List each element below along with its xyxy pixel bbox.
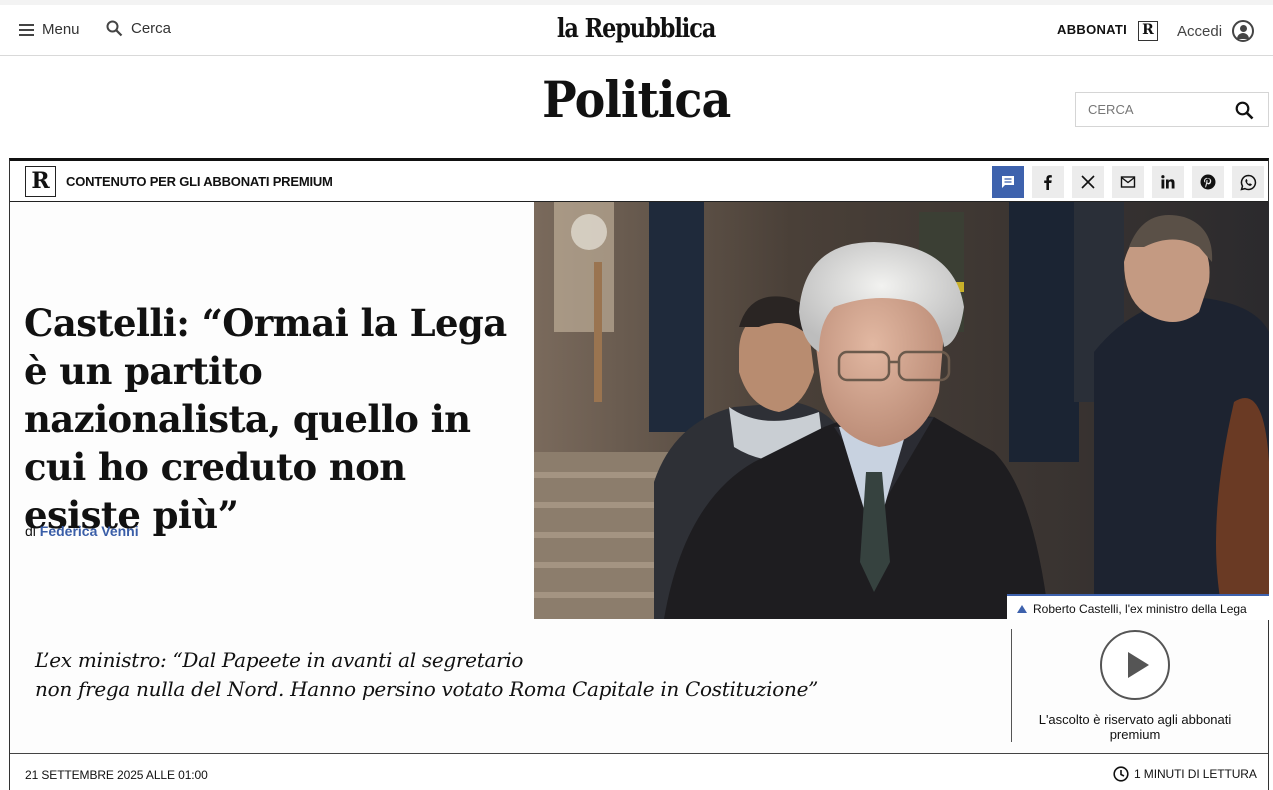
divider	[1011, 629, 1012, 742]
share-x-button[interactable]	[1072, 166, 1104, 198]
search-label: Cerca	[131, 20, 172, 37]
login-button[interactable]: Accedi	[1177, 20, 1255, 42]
reading-time: 1 MINUTI DI LETTURA	[1113, 766, 1257, 782]
article-card: R CONTENUTO PER GLI ABBONATI PREMIUM Cas…	[9, 158, 1269, 790]
article-meta-bar: 21 SETTEMBRE 2025 ALLE 01:00 1 MINUTI DI…	[10, 753, 1268, 790]
facebook-icon	[1044, 175, 1052, 190]
section-title[interactable]: Politica	[542, 70, 731, 129]
comment-icon	[1002, 176, 1014, 188]
caption-triangle-icon	[1017, 605, 1027, 613]
share-mail-button[interactable]	[1112, 166, 1144, 198]
photo-illustration	[534, 202, 1269, 619]
byline-prefix: di	[25, 523, 36, 539]
menu-label: Menu	[42, 21, 80, 38]
repubblica-r-icon[interactable]: R	[1138, 21, 1158, 41]
play-audio-button[interactable]	[1100, 630, 1170, 700]
share-bar	[992, 166, 1264, 198]
caption-text: Roberto Castelli, l'ex ministro della Le…	[1033, 602, 1247, 616]
clock-icon	[1113, 766, 1129, 782]
premium-bar: R CONTENUTO PER GLI ABBONATI PREMIUM	[10, 161, 1268, 202]
hamburger-icon	[19, 23, 34, 36]
share-facebook-button[interactable]	[1032, 166, 1064, 198]
x-icon	[1081, 175, 1095, 189]
author-link[interactable]: Federica Venni	[40, 523, 139, 539]
premium-r-icon: R	[25, 166, 56, 197]
user-icon	[1232, 20, 1255, 42]
share-linkedin-button[interactable]	[1152, 166, 1184, 198]
comments-button[interactable]	[992, 166, 1024, 198]
site-logo[interactable]: la Repubblica	[557, 14, 716, 44]
site-header: Menu Cerca la Repubblica ABBONATI R Acce…	[0, 5, 1273, 56]
article-summary: L’ex ministro: “Dal Papeete in avanti al…	[35, 646, 995, 704]
share-whatsapp-button[interactable]	[1232, 166, 1264, 198]
section-search-input[interactable]	[1076, 93, 1226, 126]
article-headline[interactable]: Castelli: “Ormai la Lega è un partito na…	[24, 299, 524, 539]
reading-time-label: 1 MINUTI DI LETTURA	[1134, 767, 1257, 781]
header-search-button[interactable]: Cerca	[106, 20, 171, 37]
summary-line-2: non frega nulla del Nord. Hanno persino …	[35, 677, 819, 701]
pinterest-icon	[1200, 174, 1216, 190]
search-icon	[106, 20, 123, 37]
premium-label: CONTENUTO PER GLI ABBONATI PREMIUM	[66, 174, 333, 189]
audio-premium-note: L'ascolto è riservato agli abbonati prem…	[1038, 712, 1232, 742]
article-photo[interactable]	[534, 202, 1269, 619]
byline: di Federica Venni	[25, 523, 139, 539]
photo-caption: Roberto Castelli, l'ex ministro della Le…	[1007, 594, 1269, 620]
login-label: Accedi	[1177, 22, 1223, 40]
abbonati-link[interactable]: ABBONATI	[1057, 22, 1127, 37]
section-search-box	[1075, 92, 1269, 127]
search-icon[interactable]	[1235, 101, 1254, 120]
summary-line-1: L’ex ministro: “Dal Papeete in avanti al…	[35, 648, 524, 672]
mail-icon	[1120, 176, 1136, 188]
linkedin-icon	[1161, 175, 1175, 189]
share-pinterest-button[interactable]	[1192, 166, 1224, 198]
menu-button[interactable]: Menu	[19, 21, 80, 38]
whatsapp-icon	[1239, 174, 1256, 191]
publish-date: 21 SETTEMBRE 2025 ALLE 01:00	[25, 768, 208, 782]
